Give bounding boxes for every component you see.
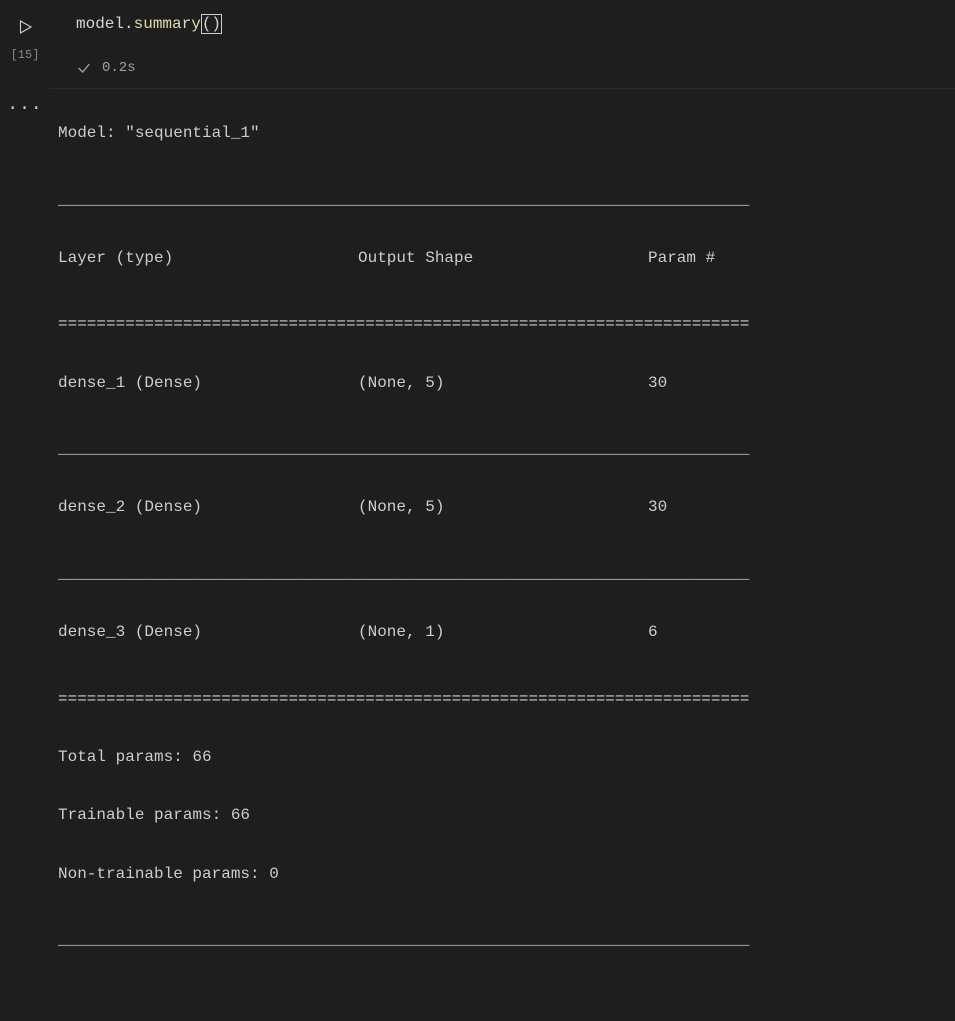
- layer-name: dense_1 (Dense): [58, 372, 358, 395]
- layer-name: dense_3 (Dense): [58, 621, 358, 644]
- output-gutter: ···: [0, 89, 50, 1021]
- table-row: dense_1 (Dense)(None, 5)30: [58, 372, 947, 395]
- table-row: dense_2 (Dense)(None, 5)30: [58, 496, 947, 519]
- run-button[interactable]: [10, 12, 40, 42]
- rule-underscore-1: ________________________________________…: [58, 189, 947, 212]
- code-input[interactable]: model.summary(): [50, 0, 955, 48]
- more-icon[interactable]: ···: [7, 99, 42, 1021]
- nontrainable-params: Non-trainable params: 0: [58, 863, 947, 886]
- code-object: model.: [76, 15, 134, 33]
- table-row: dense_3 (Dense)(None, 1)6: [58, 621, 947, 644]
- trainable-params: Trainable params: 66: [58, 804, 947, 827]
- output-row: ··· Model: "sequential_1" ______________…: [0, 89, 955, 1021]
- total-params: Total params: 66: [58, 746, 947, 769]
- rule-equals-2: ========================================…: [58, 688, 947, 711]
- layer-shape: (None, 5): [358, 372, 648, 395]
- code-method: summary: [134, 15, 201, 33]
- model-name-line: Model: "sequential_1": [58, 122, 947, 145]
- header-param: Param #: [648, 247, 798, 270]
- code-cell: [15] model.summary() 0.2s: [0, 0, 955, 89]
- layer-params: 6: [648, 621, 798, 644]
- layer-name: dense_2 (Dense): [58, 496, 358, 519]
- rule-underscore-3: ________________________________________…: [58, 563, 947, 586]
- execution-status: 0.2s: [50, 48, 955, 88]
- rule-underscore-4: ________________________________________…: [58, 929, 947, 952]
- header-output: Output Shape: [358, 247, 648, 270]
- check-icon: [76, 60, 92, 76]
- header-layer: Layer (type): [58, 247, 358, 270]
- play-icon: [16, 18, 34, 36]
- table-header: Layer (type)Output ShapeParam #: [58, 247, 947, 270]
- layer-shape: (None, 5): [358, 496, 648, 519]
- layer-params: 30: [648, 496, 798, 519]
- code-area: model.summary() 0.2s: [50, 0, 955, 89]
- cell-gutter: [15]: [0, 0, 50, 89]
- execution-count: [15]: [11, 48, 40, 62]
- code-parens: (): [201, 14, 222, 34]
- layer-params: 30: [648, 372, 798, 395]
- layer-shape: (None, 1): [358, 621, 648, 644]
- rule-equals-1: ========================================…: [58, 313, 947, 336]
- cell-output: Model: "sequential_1" __________________…: [50, 89, 955, 1021]
- execution-time: 0.2s: [102, 60, 136, 76]
- rule-underscore-2: ________________________________________…: [58, 438, 947, 461]
